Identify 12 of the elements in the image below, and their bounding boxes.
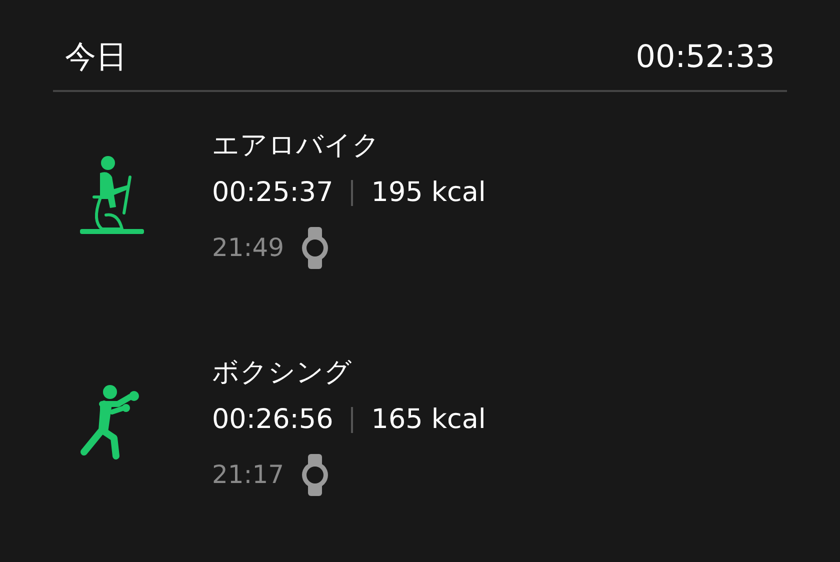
section-title: 今日 — [65, 40, 127, 74]
watch-icon — [300, 454, 330, 496]
activity-name: ボクシング — [212, 357, 353, 390]
watch-icon — [300, 226, 330, 269]
total-duration: 00:52:33 — [636, 40, 775, 74]
activity-calories: 195 kcal — [371, 176, 486, 209]
activity-name: エアロバイク — [212, 130, 381, 163]
activity-time: 21:49 — [212, 232, 284, 264]
activity-calories: 165 kcal — [371, 404, 486, 436]
activity-duration: 00:26:56 — [212, 404, 334, 436]
activity-duration: 00:25:37 — [212, 176, 334, 209]
activity-time: 21:17 — [212, 459, 284, 492]
